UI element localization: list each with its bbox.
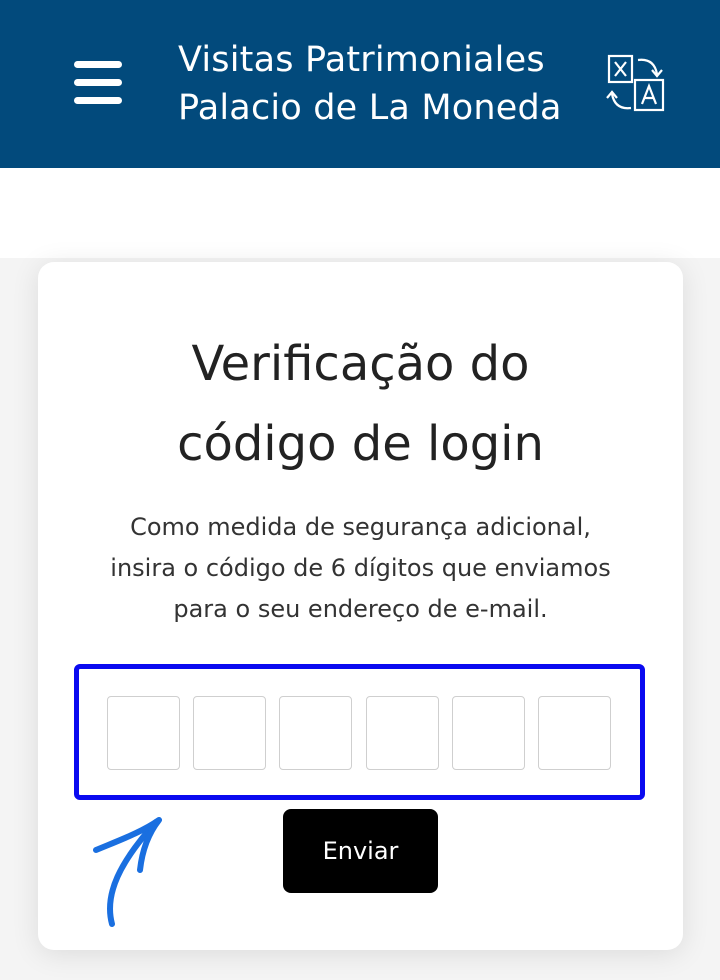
code-digit-2[interactable]	[193, 696, 266, 770]
header-title-line-2: Palacio de La Moneda	[178, 88, 562, 128]
annotation-arrow-icon	[93, 817, 162, 927]
submit-button[interactable]: Enviar	[283, 809, 438, 893]
header-title-line-1: Visitas Patrimoniales	[178, 40, 545, 80]
header-title: Visitas Patrimoniales Palacio de La Mone…	[178, 36, 562, 132]
description-line-2: insira o código de 6 dígitos que enviamo…	[110, 554, 611, 582]
code-digit-4[interactable]	[366, 696, 439, 770]
code-digit-6[interactable]	[538, 696, 611, 770]
code-digit-1[interactable]	[107, 696, 180, 770]
page-top-background	[0, 168, 720, 258]
card-title-line-2: código de login	[177, 416, 544, 472]
app-header: Visitas Patrimoniales Palacio de La Mone…	[0, 0, 720, 168]
description-line-3: para o seu endereço de e-mail.	[173, 595, 548, 623]
menu-button[interactable]	[72, 56, 124, 110]
card-title: Verificação do código de login	[38, 324, 683, 484]
translate-button[interactable]	[604, 52, 668, 116]
code-digit-3[interactable]	[279, 696, 352, 770]
translate-icon	[606, 54, 665, 112]
card-description: Como medida de segurança adicional, insi…	[68, 507, 653, 630]
description-line-1: Como medida de segurança adicional,	[130, 513, 591, 541]
code-digit-5[interactable]	[452, 696, 525, 770]
card-title-line-1: Verificação do	[191, 336, 530, 392]
